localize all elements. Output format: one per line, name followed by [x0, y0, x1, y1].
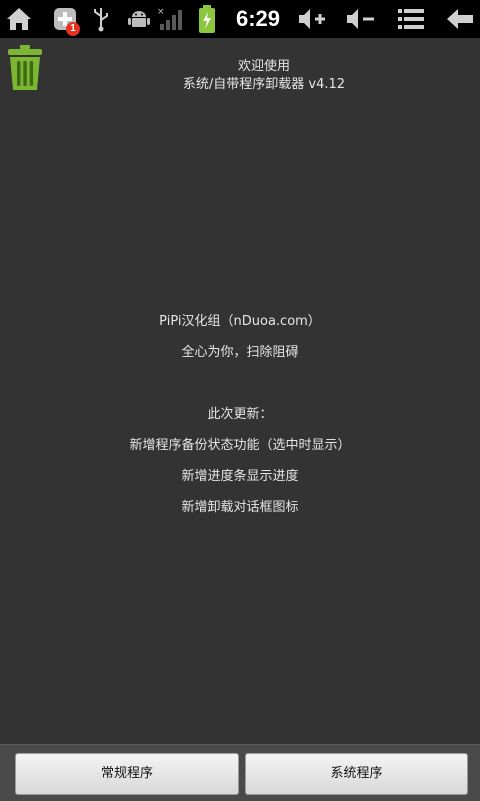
welcome-text: 欢迎使用 — [237, 59, 290, 74]
update-item: 新增卸载对话框图标 — [181, 500, 299, 515]
android-debug-icon — [126, 0, 152, 38]
back-icon[interactable] — [444, 0, 476, 38]
update-item: 新增进度条显示进度 — [181, 469, 299, 484]
update-item: 新增程序备份状态功能（选中时显示） — [129, 438, 351, 453]
bottom-button-bar: 常规程序 系统程序 — [0, 744, 480, 801]
app-title-version: 系统/自带程序卸载器 v4.12 — [182, 77, 346, 92]
credit-text: PiPi汉化组（nDuoa.com） — [159, 314, 321, 329]
status-bar: 1 × 6:29 — [0, 0, 480, 38]
notification-badge: 1 — [66, 22, 80, 36]
volume-down-icon[interactable] — [344, 0, 376, 38]
signal-icon: × — [156, 0, 184, 38]
clock: 6:29 — [236, 6, 281, 31]
usb-icon — [90, 0, 112, 38]
volume-up-icon[interactable] — [296, 0, 328, 38]
update-title: 此次更新： — [207, 407, 273, 422]
menu-icon[interactable] — [396, 0, 426, 38]
svg-text:×: × — [157, 7, 165, 17]
slogan-text: 全心为你，扫除阻碍 — [181, 345, 299, 360]
battery-icon — [196, 0, 218, 38]
regular-apps-button[interactable]: 常规程序 — [15, 753, 239, 795]
app-header: 欢迎使用 系统/自带程序卸载器 v4.12 — [0, 58, 480, 94]
system-apps-button[interactable]: 系统程序 — [245, 753, 468, 795]
home-icon[interactable] — [4, 0, 34, 38]
